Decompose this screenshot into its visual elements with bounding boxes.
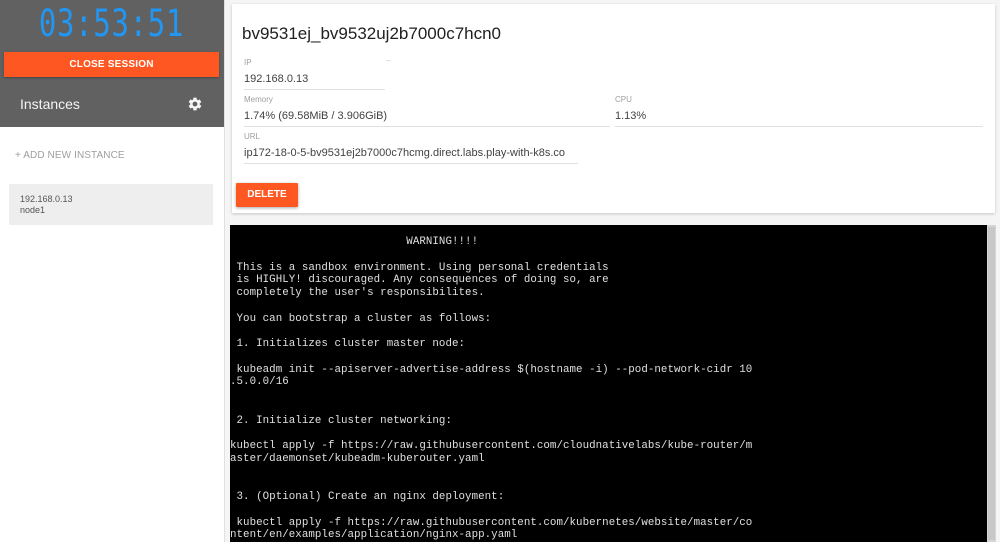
instance-list-item[interactable]: 192.168.0.13 node1 bbox=[9, 184, 213, 225]
instances-heading: Instances bbox=[20, 96, 80, 112]
cpu-label: CPU bbox=[615, 95, 632, 104]
sidebar: 03:53:51 CLOSE SESSION Instances + ADD N… bbox=[0, 0, 225, 542]
url-label: URL bbox=[244, 132, 261, 141]
instance-details-card: bv9531ej_bv9532uj2b7000c7hcn0 IP 192.168… bbox=[232, 4, 995, 213]
add-new-instance-button[interactable]: + ADD NEW INSTANCE bbox=[15, 150, 125, 161]
url-value[interactable]: ip172-18-0-5-bv9531ej2b7000c7hcmg.direct… bbox=[244, 147, 578, 164]
ip-value[interactable]: 192.168.0.13 bbox=[244, 73, 385, 90]
app: 03:53:51 CLOSE SESSION Instances + ADD N… bbox=[0, 0, 1000, 542]
scrollbar-thumb[interactable] bbox=[988, 227, 995, 540]
cpu-value[interactable]: 1.13% bbox=[615, 110, 983, 127]
session-timer: 03:53:51 bbox=[38, 2, 185, 45]
terminal-output: WARNING!!!! This is a sandbox environmen… bbox=[230, 236, 753, 542]
close-session-button[interactable]: CLOSE SESSION bbox=[4, 52, 219, 77]
divider bbox=[386, 60, 391, 61]
gear-icon[interactable] bbox=[187, 96, 203, 112]
ip-field: IP 192.168.0.13 bbox=[244, 58, 385, 90]
url-field: URL ip172-18-0-5-bv9531ej2b7000c7hcmg.di… bbox=[244, 132, 578, 164]
memory-field: Memory 1.74% (69.58MiB / 3.906GiB) bbox=[244, 95, 610, 127]
cpu-field: CPU 1.13% bbox=[615, 95, 983, 127]
instance-name: node1 bbox=[20, 205, 46, 215]
memory-label: Memory bbox=[244, 95, 273, 104]
ip-label: IP bbox=[244, 58, 252, 67]
sidebar-header: 03:53:51 CLOSE SESSION Instances bbox=[0, 0, 224, 127]
terminal-scrollbar[interactable] bbox=[987, 225, 996, 542]
delete-instance-button[interactable]: DELETE bbox=[236, 183, 298, 207]
memory-value[interactable]: 1.74% (69.58MiB / 3.906GiB) bbox=[244, 110, 610, 127]
instance-title: bv9531ej_bv9532uj2b7000c7hcn0 bbox=[242, 24, 502, 43]
instance-ip: 192.168.0.13 bbox=[20, 194, 73, 204]
terminal[interactable]: WARNING!!!! This is a sandbox environmen… bbox=[230, 225, 987, 542]
